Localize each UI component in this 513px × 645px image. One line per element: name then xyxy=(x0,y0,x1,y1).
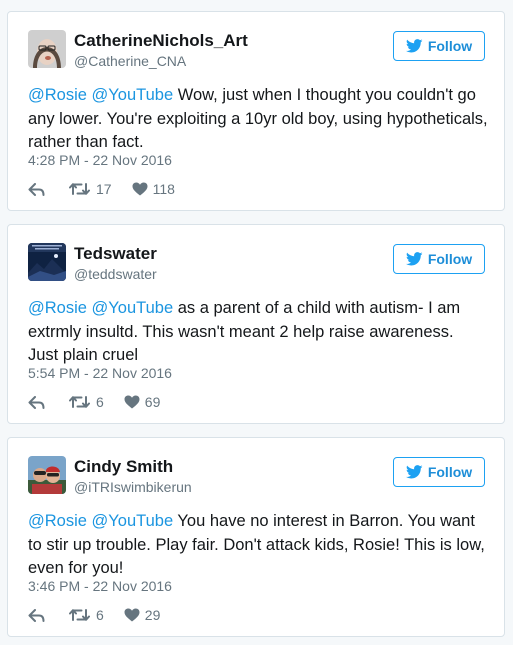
reply-icon xyxy=(28,182,45,196)
mention-link[interactable]: @YouTube xyxy=(92,86,174,104)
retweet-count: 17 xyxy=(96,181,112,197)
reply-button[interactable] xyxy=(28,608,45,622)
display-name[interactable]: CatherineNichols_Art xyxy=(74,31,248,51)
like-count: 29 xyxy=(144,607,161,623)
retweet-button[interactable]: 6 xyxy=(69,394,124,410)
tweet-actions: 17 118 xyxy=(28,179,175,199)
tweet-card[interactable]: CatherineNichols_Art @Catherine_CNA Foll… xyxy=(7,11,505,211)
twitter-bird-icon xyxy=(405,252,423,266)
follow-button[interactable]: Follow xyxy=(393,31,485,61)
twitter-bird-icon xyxy=(405,465,423,479)
follow-label: Follow xyxy=(427,251,473,267)
twitter-bird-icon xyxy=(405,39,423,53)
mention-link[interactable]: @Rosie xyxy=(28,299,87,317)
timestamp[interactable]: 3:46 PM - 22 Nov 2016 xyxy=(28,578,172,594)
reply-icon xyxy=(28,395,45,409)
retweet-icon xyxy=(69,396,90,408)
tweet-text: @Rosie @YouTube Wow, just when I thought… xyxy=(28,84,488,155)
tweet-card[interactable]: Cindy Smith @iTRIswimbikerun Follow @Ros… xyxy=(7,437,505,637)
retweet-button[interactable]: 6 xyxy=(69,607,124,623)
avatar[interactable] xyxy=(28,456,66,494)
avatar[interactable] xyxy=(28,30,66,68)
user-handle[interactable]: @iTRIswimbikerun xyxy=(74,479,192,495)
heart-icon xyxy=(124,395,140,409)
display-name[interactable]: Cindy Smith xyxy=(74,457,173,477)
follow-label: Follow xyxy=(427,464,473,480)
tweet-text: @Rosie @YouTube as a parent of a child w… xyxy=(28,297,488,368)
like-count: 118 xyxy=(152,181,175,197)
reply-button[interactable] xyxy=(28,182,45,196)
tweet-card[interactable]: Tedswater @teddswater Follow @Rosie @You… xyxy=(7,224,505,424)
mention-link[interactable]: @YouTube xyxy=(92,512,174,530)
user-handle[interactable]: @teddswater xyxy=(74,266,157,282)
display-name[interactable]: Tedswater xyxy=(74,244,157,264)
timestamp[interactable]: 4:28 PM - 22 Nov 2016 xyxy=(28,152,172,168)
like-count: 69 xyxy=(144,394,161,410)
retweet-count: 6 xyxy=(96,607,104,623)
tweet-feed: CatherineNichols_Art @Catherine_CNA Foll… xyxy=(0,0,513,645)
tweet-text: @Rosie @YouTube You have no interest in … xyxy=(28,510,488,581)
follow-label: Follow xyxy=(427,38,473,54)
heart-icon xyxy=(132,182,148,196)
timestamp[interactable]: 5:54 PM - 22 Nov 2016 xyxy=(28,365,172,381)
mention-link[interactable]: @Rosie xyxy=(28,86,87,104)
retweet-count: 6 xyxy=(96,394,104,410)
follow-button[interactable]: Follow xyxy=(393,244,485,274)
reply-button[interactable] xyxy=(28,395,45,409)
like-button[interactable]: 29 xyxy=(124,607,161,623)
retweet-button[interactable]: 17 xyxy=(69,181,132,197)
heart-icon xyxy=(124,608,140,622)
avatar[interactable] xyxy=(28,243,66,281)
mention-link[interactable]: @YouTube xyxy=(92,299,174,317)
follow-button[interactable]: Follow xyxy=(393,457,485,487)
tweet-actions: 6 29 xyxy=(28,605,160,625)
retweet-icon xyxy=(69,609,90,621)
tweet-actions: 6 69 xyxy=(28,392,160,412)
reply-icon xyxy=(28,608,45,622)
like-button[interactable]: 118 xyxy=(132,181,175,197)
user-handle[interactable]: @Catherine_CNA xyxy=(74,53,186,69)
like-button[interactable]: 69 xyxy=(124,394,161,410)
mention-link[interactable]: @Rosie xyxy=(28,512,87,530)
retweet-icon xyxy=(69,183,90,195)
